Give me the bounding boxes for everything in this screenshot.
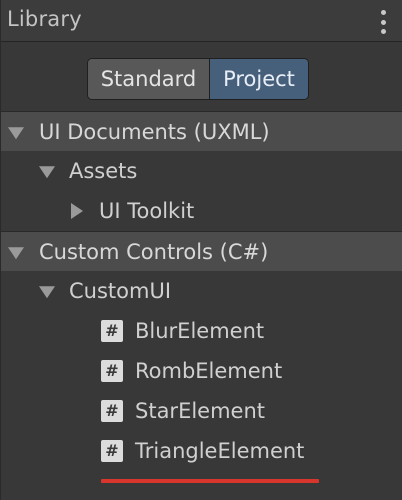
tree-item-label: CustomUI [69, 279, 172, 303]
tree-item-customui[interactable]: CustomUI [1, 271, 402, 311]
kebab-dot [380, 29, 386, 34]
chevron-down-icon[interactable] [8, 246, 24, 259]
list-item-triangle-element[interactable]: # TriangleElement [1, 431, 402, 471]
list-item-label: TriangleElement [135, 439, 305, 463]
project-toggle-button[interactable]: Project [210, 59, 308, 99]
category-label: UI Documents (UXML) [39, 119, 270, 144]
tree-item-label: UI Toolkit [99, 199, 195, 223]
list-item-star-element[interactable]: # StarElement [1, 391, 402, 431]
library-panel: Library Standard Project UI Documents (U… [0, 0, 402, 500]
list-item-label: BlurElement [135, 319, 265, 343]
annotation-underline [101, 479, 319, 483]
list-item-label: RombElement [135, 359, 283, 383]
tree-item-assets[interactable]: Assets [1, 151, 402, 191]
category-label: Custom Controls (C#) [39, 239, 269, 264]
kebab-dot [380, 19, 386, 25]
category-custom-controls[interactable]: Custom Controls (C#) [1, 231, 402, 271]
tree-item-ui-toolkit[interactable]: UI Toolkit [1, 191, 402, 231]
hash-icon: # [101, 320, 123, 342]
panel-title: Library [7, 7, 82, 31]
chevron-down-icon[interactable] [39, 166, 55, 179]
kebab-dot [380, 10, 386, 15]
panel-header: Library [1, 0, 402, 42]
chevron-down-icon[interactable] [39, 286, 55, 299]
hash-icon: # [101, 400, 123, 422]
kebab-menu-icon[interactable] [379, 10, 387, 34]
library-source-toggle: Standard Project [87, 58, 309, 100]
chevron-down-icon[interactable] [8, 126, 24, 139]
category-ui-documents[interactable]: UI Documents (UXML) [1, 111, 402, 151]
hash-icon: # [101, 440, 123, 462]
standard-toggle-button[interactable]: Standard [88, 59, 210, 99]
list-item-romb-element[interactable]: # RombElement [1, 351, 402, 391]
tree-item-label: Assets [69, 159, 138, 183]
chevron-right-icon[interactable] [71, 203, 83, 219]
list-item-blur-element[interactable]: # BlurElement [1, 311, 402, 351]
hash-icon: # [101, 360, 123, 382]
list-item-label: StarElement [135, 399, 266, 423]
